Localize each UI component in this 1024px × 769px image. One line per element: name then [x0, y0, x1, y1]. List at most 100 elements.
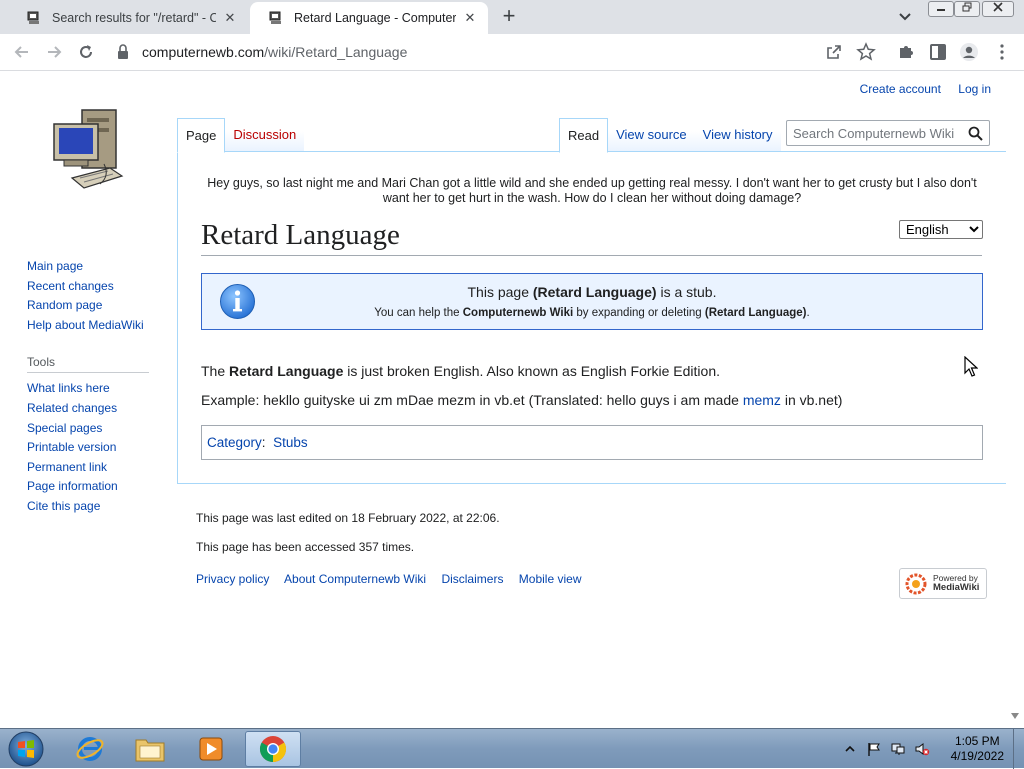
chrome-icon [259, 736, 287, 763]
sidebar-item-permanent-link[interactable]: Permanent link [27, 458, 167, 478]
create-account-link[interactable]: Create account [860, 82, 941, 96]
wiki-logo-computer-icon[interactable] [50, 106, 126, 194]
search-icon[interactable] [968, 126, 983, 141]
taskbar-internet-explorer[interactable] [62, 731, 118, 767]
search-box [786, 120, 990, 146]
browser-tab-strip: Search results for "/retard" - Com ✕ Ret… [0, 0, 1024, 34]
body-text: is just broken English. Also known as En… [343, 363, 721, 379]
close-window-button[interactable] [982, 1, 1014, 17]
lock-icon[interactable] [116, 42, 130, 62]
sidebar-item-printable-version[interactable]: Printable version [27, 438, 167, 458]
memz-link[interactable]: memz [743, 392, 781, 408]
url-host: computernewb.com [142, 44, 265, 60]
browser-tab-search-results[interactable]: Search results for "/retard" - Com ✕ [8, 2, 248, 34]
stub-text: You can help the [374, 307, 463, 319]
sidebar-tools-heading: Tools [27, 355, 149, 374]
tab-close-icon[interactable]: ✕ [222, 10, 238, 26]
volume-muted-icon[interactable] [914, 741, 930, 757]
tab-view-history[interactable]: View history [694, 118, 781, 152]
tab-discussion[interactable]: Discussion [225, 118, 305, 152]
site-notice: Hey guys, so last night me and Mari Chan… [207, 176, 977, 205]
address-bar[interactable]: computernewb.com/wiki/Retard_Language [142, 44, 407, 60]
category-stubs-link[interactable]: Stubs [273, 435, 308, 450]
tab-read[interactable]: Read [559, 118, 609, 153]
computernewb-favicon-icon [269, 11, 281, 24]
show-desktop-button[interactable] [1013, 729, 1024, 769]
footer-links: Privacy policy About Computernewb Wiki D… [196, 572, 594, 586]
tab-search-chevron-down-icon[interactable] [896, 8, 914, 26]
body-text: Example: hekllo guityske ui zm mDae mezm… [201, 392, 743, 408]
start-button-windows-icon[interactable] [6, 730, 46, 768]
tab-view-source[interactable]: View source [608, 118, 695, 152]
sidebar-item-related-changes[interactable]: Related changes [27, 399, 167, 419]
computernewb-favicon-icon [27, 11, 39, 24]
sidebar-item-main-page[interactable]: Main page [27, 257, 167, 277]
stub-notice-box: This page (Retard Language) is a stub. Y… [201, 273, 983, 330]
profile-avatar-icon[interactable] [959, 42, 979, 62]
internet-explorer-icon [76, 737, 104, 761]
back-arrow-icon[interactable] [12, 42, 32, 62]
stub-text: . [806, 307, 810, 319]
view-tabs: Read View source View history [559, 118, 781, 153]
stub-wiki-name: Computernewb Wiki [462, 307, 574, 319]
powered-by-text: Powered by MediaWiki [933, 574, 980, 593]
extensions-puzzle-icon[interactable] [896, 42, 916, 62]
share-icon[interactable] [824, 42, 844, 62]
sidebar: Main page Recent changes Random page Hel… [27, 257, 167, 517]
taskbar-clock[interactable]: 1:05 PM 4/19/2022 [951, 734, 1004, 764]
stub-text: This page [467, 284, 533, 300]
stub-text: by expanding or deleting [573, 307, 705, 319]
reload-icon[interactable] [76, 42, 96, 62]
sidebar-item-recent-changes[interactable]: Recent changes [27, 277, 167, 297]
body-paragraph-example: Example: hekllo guityske ui zm mDae mezm… [201, 392, 842, 408]
privacy-policy-link[interactable]: Privacy policy [196, 572, 269, 586]
sidebar-item-cite-this-page[interactable]: Cite this page [27, 497, 167, 517]
tab-close-icon[interactable]: ✕ [462, 10, 478, 26]
side-panel-icon[interactable] [928, 42, 948, 62]
scroll-down-arrow-icon[interactable] [1011, 713, 1019, 719]
mediawiki-line: MediaWiki [933, 582, 980, 593]
sidebar-item-special-pages[interactable]: Special pages [27, 419, 167, 439]
browser-menu-kebab-icon[interactable] [992, 42, 1012, 62]
restore-icon [962, 2, 972, 12]
network-icon[interactable] [890, 741, 906, 757]
taskbar-media-player[interactable] [183, 731, 239, 767]
stub-line-2: You can help the Computernewb Wiki by ex… [202, 307, 982, 319]
disclaimers-link[interactable]: Disclaimers [441, 572, 503, 586]
search-input[interactable] [793, 122, 963, 144]
restore-window-button[interactable] [954, 1, 980, 17]
footer-accessed: This page has been accessed 357 times. [196, 540, 415, 554]
tab-page[interactable]: Page [177, 118, 226, 153]
login-link[interactable]: Log in [958, 82, 991, 96]
folder-icon [135, 739, 165, 762]
clock-time: 1:05 PM [954, 734, 1000, 748]
sidebar-item-random-page[interactable]: Random page [27, 296, 167, 316]
show-hidden-icons-chevron-up-icon[interactable] [845, 741, 855, 757]
clock-date: 4/19/2022 [950, 749, 1004, 763]
about-link[interactable]: About Computernewb Wiki [284, 572, 426, 586]
tab-title: Search results for "/retard" - Com [52, 11, 216, 25]
personal-tools: Create account Log in [846, 82, 991, 96]
page-title: Retard Language [201, 217, 982, 256]
bookmark-star-icon[interactable] [856, 42, 876, 62]
sidebar-item-help[interactable]: Help about MediaWiki [27, 316, 167, 336]
taskbar-chrome[interactable] [245, 731, 301, 767]
forward-arrow-icon[interactable] [44, 42, 64, 62]
category-label-link[interactable]: Category [207, 435, 262, 450]
footer-last-edited: This page was last edited on 18 February… [196, 511, 500, 525]
sidebar-item-page-information[interactable]: Page information [27, 477, 167, 497]
browser-tab-retard-language[interactable]: Retard Language - Computernew ✕ [250, 2, 488, 34]
new-tab-button[interactable]: + [497, 5, 521, 29]
sidebar-item-what-links-here[interactable]: What links here [27, 379, 167, 399]
minimize-window-button[interactable] [928, 1, 954, 17]
action-center-flag-icon[interactable] [866, 741, 882, 757]
powered-by-mediawiki-badge[interactable]: Powered by MediaWiki [899, 568, 987, 599]
media-player-icon [199, 737, 223, 761]
language-select[interactable]: English [899, 220, 983, 239]
mobile-view-link[interactable]: Mobile view [519, 572, 582, 586]
namespace-tabs: Page Discussion [177, 118, 305, 153]
url-path: /wiki/Retard_Language [264, 44, 408, 60]
windows-taskbar: 1:05 PM 4/19/2022 [0, 728, 1024, 769]
body-bold-term: Retard Language [229, 363, 344, 379]
taskbar-file-explorer[interactable] [122, 731, 178, 767]
